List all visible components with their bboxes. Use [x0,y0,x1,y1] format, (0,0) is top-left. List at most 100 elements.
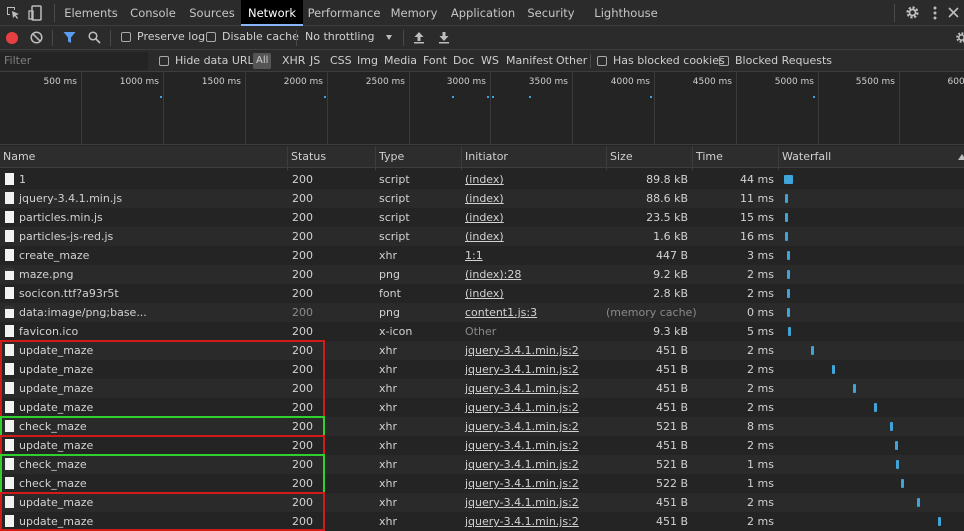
tab-lighthouse[interactable]: Lighthouse [590,0,662,26]
type-filter-doc[interactable]: Doc [453,54,474,68]
initiator-link[interactable]: jquery-3.4.1.min.js:2 [465,401,579,414]
table-row[interactable]: update_maze 200 xhr jquery-3.4.1.min.js:2 45… [0,493,964,512]
table-row[interactable]: update_maze 200 xhr jquery-3.4.1.min.js:2 45… [0,341,964,360]
initiator-link[interactable]: jquery-3.4.1.min.js:2 [465,496,579,509]
export-har-icon[interactable] [438,31,450,44]
tab-console[interactable]: Console [124,0,182,26]
transfer-size: 521 B [655,420,688,433]
initiator-link[interactable]: jquery-3.4.1.min.js:2 [465,477,579,490]
table-row[interactable]: update_maze 200 xhr jquery-3.4.1.min.js:2 45… [0,360,964,379]
tab-sources[interactable]: Sources [184,0,240,26]
table-row[interactable]: data:image/png;base... 200 png content1.js:… [0,303,964,322]
more-options-icon[interactable] [933,6,937,20]
tab-memory[interactable]: Memory [386,0,442,26]
initiator-link[interactable]: (index) [465,173,504,186]
chevron-down-icon[interactable] [386,35,392,40]
record-icon[interactable] [6,32,18,44]
filter-funnel-icon[interactable] [63,31,76,44]
initiator-link[interactable]: (index) [465,287,504,300]
table-row[interactable]: socicon.ttf?a93r5t 200 font (index) 2.8 kB 2 … [0,284,964,303]
hide-data-urls-checkbox[interactable] [159,56,169,66]
import-har-icon[interactable] [413,31,425,44]
initiator-link[interactable]: 1:1 [465,249,483,262]
table-row[interactable]: particles-js-red.js 200 script (index) 1.6 k… [0,227,964,246]
type-filter-ws[interactable]: WS [481,54,499,68]
table-row[interactable]: check_maze 200 xhr jquery-3.4.1.min.js:2 521… [0,417,964,436]
tab-elements[interactable]: Elements [60,0,122,26]
tab-application[interactable]: Application [444,0,522,26]
status-code: 200 [292,496,313,509]
table-row[interactable]: update_maze 200 xhr jquery-3.4.1.min.js:2 45… [0,379,964,398]
request-name: jquery-3.4.1.min.js [19,192,123,205]
status-code: 200 [292,249,313,262]
type-filter-css[interactable]: CSS [330,54,352,68]
device-toolbar-icon[interactable] [28,5,42,21]
initiator-link[interactable]: jquery-3.4.1.min.js:2 [465,420,579,433]
type-filter-media[interactable]: Media [384,54,417,68]
initiator-link[interactable]: jquery-3.4.1.min.js:2 [465,515,579,528]
table-row[interactable]: check_maze 200 xhr jquery-3.4.1.min.js:2 522… [0,474,964,493]
search-icon[interactable] [88,31,101,44]
column-header-size[interactable]: Size [610,150,633,163]
overview-gridline [654,72,655,145]
initiator-link[interactable]: (index) [465,230,504,243]
tab-performance[interactable]: Performance [304,0,384,26]
table-row[interactable]: 1 200 script (index) 89.8 kB 44 ms [0,170,964,189]
table-row[interactable]: update_maze 200 xhr jquery-3.4.1.min.js:2 45… [0,398,964,417]
transfer-size: 451 B [655,401,688,414]
resource-type: xhr [379,344,398,357]
table-row[interactable]: update_maze 200 xhr jquery-3.4.1.min.js:2 45… [0,436,964,455]
waterfall-bar [786,270,790,279]
initiator-link[interactable]: jquery-3.4.1.min.js:2 [465,363,579,376]
type-filter-img[interactable]: Img [357,54,378,68]
request-time: 15 ms [740,211,774,224]
table-row[interactable]: favicon.ico 200 x-icon Other 9.3 kB 5 ms [0,322,964,341]
close-icon[interactable] [948,7,959,18]
clear-icon[interactable] [30,31,43,44]
timeline-overview[interactable]: 500 ms 1000 ms 1500 ms 2000 ms 2500 ms 3000 m… [0,72,964,145]
disable-cache-checkbox[interactable] [206,32,216,42]
initiator-link[interactable]: jquery-3.4.1.min.js:2 [465,382,579,395]
column-header-status[interactable]: Status [291,150,326,163]
type-filter-xhr[interactable]: XHR [282,54,305,68]
transfer-size: 2.8 kB [653,287,688,300]
table-row[interactable]: jquery-3.4.1.min.js 200 script (index) 88.6 … [0,189,964,208]
settings-gear-icon[interactable] [905,5,920,20]
table-row[interactable]: check_maze 200 xhr jquery-3.4.1.min.js:2 521… [0,455,964,474]
type-filter-js[interactable]: JS [310,54,320,68]
column-header-time[interactable]: Time [696,150,723,163]
type-filter-font[interactable]: Font [423,54,447,68]
initiator-link[interactable]: (index):28 [465,268,521,281]
preserve-log-checkbox[interactable] [121,32,131,42]
tab-security[interactable]: Security [524,0,578,26]
column-header-waterfall[interactable]: Waterfall [782,150,831,163]
table-row[interactable]: particles.min.js 200 script (index) 23.5 kB 1… [0,208,964,227]
filter-bar: Filter Hide data URLs All XHR JS CSS Img… [0,50,964,72]
throttling-select[interactable]: No throttling [305,30,374,44]
request-time: 11 ms [740,192,774,205]
initiator-link[interactable]: content1.js:3 [465,306,537,319]
initiator-link[interactable]: jquery-3.4.1.min.js:2 [465,458,579,471]
resource-type: xhr [379,439,398,452]
type-filter-other[interactable]: Other [556,54,587,68]
blocked-requests-checkbox[interactable] [719,56,729,66]
initiator-link[interactable]: jquery-3.4.1.min.js:2 [465,439,579,452]
column-header-name[interactable]: Name [3,150,35,163]
initiator-link[interactable]: jquery-3.4.1.min.js:2 [465,344,579,357]
table-row[interactable]: create_maze 200 xhr 1:1 447 B 3 ms [0,246,964,265]
table-row[interactable]: maze.png 200 png (index):28 9.2 kB 2 ms [0,265,964,284]
initiator-link[interactable]: (index) [465,211,504,224]
request-time: 1 ms [747,477,774,490]
column-header-type[interactable]: Type [379,150,404,163]
network-settings-gear-icon[interactable] [955,31,964,44]
tab-network[interactable]: Network [241,0,303,26]
initiator-link[interactable]: (index) [465,192,504,205]
has-blocked-cookies-checkbox[interactable] [597,56,607,66]
status-code: 200 [292,401,313,414]
overview-request-mark [452,96,454,98]
table-row[interactable]: update_maze 200 xhr jquery-3.4.1.min.js:2 45… [0,512,964,531]
column-header-initiator[interactable]: Initiator [465,150,508,163]
inspect-element-icon[interactable] [6,6,20,20]
request-time: 2 ms [747,382,774,395]
type-filter-manifest[interactable]: Manifest [506,54,553,68]
